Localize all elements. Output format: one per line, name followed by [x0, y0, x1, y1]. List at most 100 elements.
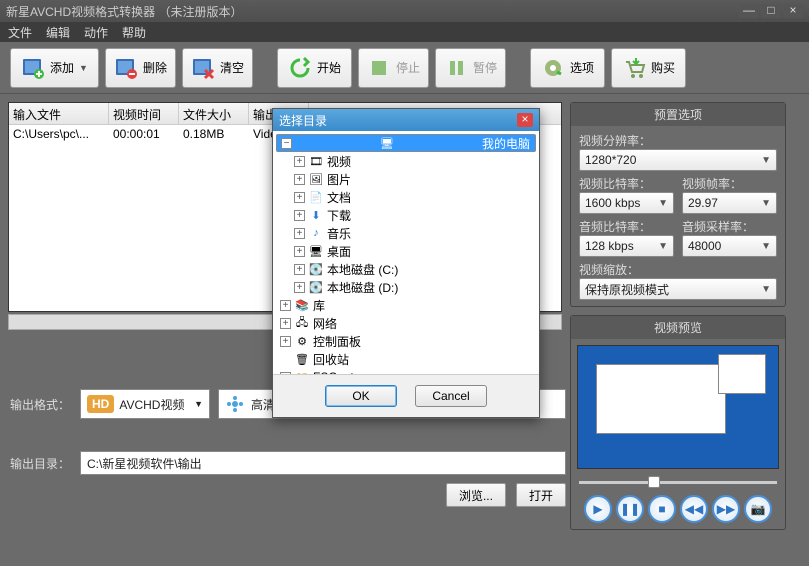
tree-my-computer[interactable]: −🖥我的电脑	[276, 134, 536, 152]
menubar: 文件 编辑 动作 帮助	[0, 22, 809, 42]
tree-library[interactable]: +📚库	[276, 296, 536, 314]
pause-play-button[interactable]: ❚❚	[616, 495, 644, 523]
menu-edit[interactable]: 编辑	[46, 24, 70, 41]
collapse-icon[interactable]: −	[281, 138, 292, 149]
tree-disk-d[interactable]: +💽本地磁盘 (D:)	[276, 278, 536, 296]
tree-downloads[interactable]: +⬇下载	[276, 206, 536, 224]
buy-button[interactable]: 购买	[611, 48, 686, 88]
play-button[interactable]: ▶	[584, 495, 612, 523]
expand-icon[interactable]: +	[294, 228, 305, 239]
expand-icon[interactable]: +	[280, 300, 291, 311]
tree-music[interactable]: +♪音乐	[276, 224, 536, 242]
tree-pictures[interactable]: +🖼图片	[276, 170, 536, 188]
menu-help[interactable]: 帮助	[122, 24, 146, 41]
prev-button[interactable]: ◀◀	[680, 495, 708, 523]
menu-file[interactable]: 文件	[8, 24, 32, 41]
slider-thumb[interactable]	[648, 476, 660, 488]
drive-icon: 💽	[309, 262, 323, 276]
open-button[interactable]: 打开	[516, 483, 566, 507]
folder-tree[interactable]: −🖥我的电脑 +🎞视频 +🖼图片 +📄文档 +⬇下载 +♪音乐 +🖥桌面 +💽本…	[273, 131, 539, 375]
chevron-down-icon: ▼	[761, 241, 771, 252]
next-button[interactable]: ▶▶	[712, 495, 740, 523]
minimize-button[interactable]: —	[739, 4, 759, 18]
stop-label: 停止	[396, 59, 420, 76]
stop-button[interactable]: 停止	[358, 48, 429, 88]
network-icon: 🖧	[295, 316, 309, 330]
pause-button[interactable]: 暂停	[435, 48, 506, 88]
expand-icon[interactable]: +	[280, 318, 291, 329]
tree-control-panel[interactable]: +⚙控制面板	[276, 332, 536, 350]
library-icon: 📚	[295, 298, 309, 312]
expand-icon[interactable]: +	[294, 210, 305, 221]
tree-video[interactable]: +🎞视频	[276, 152, 536, 170]
tree-fscapture[interactable]: +📁FSCapture	[276, 368, 536, 375]
music-icon: ♪	[309, 226, 323, 240]
dialog-close-button[interactable]: ×	[517, 113, 533, 127]
delete-button[interactable]: 删除	[105, 48, 176, 88]
expand-icon[interactable]: +	[294, 246, 305, 257]
start-label: 开始	[317, 59, 341, 76]
dialog-ok-button[interactable]: OK	[325, 385, 397, 407]
col-file[interactable]: 输入文件	[9, 103, 109, 124]
chevron-down-icon: ▼	[79, 63, 88, 73]
tree-documents[interactable]: +📄文档	[276, 188, 536, 206]
maximize-button[interactable]: □	[761, 4, 781, 18]
dialog-title: 选择目录	[279, 112, 327, 129]
asample-select[interactable]: 48000▼	[682, 235, 777, 257]
add-label: 添加	[50, 59, 74, 76]
recycle-icon: 🗑	[295, 352, 309, 366]
hd-badge: HD	[87, 395, 114, 413]
clear-button[interactable]: 清空	[182, 48, 253, 88]
stop-play-button[interactable]: ■	[648, 495, 676, 523]
expand-icon[interactable]: +	[294, 156, 305, 167]
menu-action[interactable]: 动作	[84, 24, 108, 41]
dialog-buttons: OK Cancel	[273, 375, 539, 417]
chevron-down-icon: ▼	[658, 241, 668, 252]
clear-label: 清空	[220, 59, 244, 76]
cart-icon	[622, 56, 646, 80]
scale-select[interactable]: 保持原视频模式▼	[579, 278, 777, 300]
folder-dialog: 选择目录 × −🖥我的电脑 +🎞视频 +🖼图片 +📄文档 +⬇下载 +♪音乐 +…	[272, 108, 540, 418]
start-button[interactable]: 开始	[277, 48, 352, 88]
film-icon: 🎞	[309, 154, 323, 168]
chevron-down-icon: ▼	[761, 198, 771, 209]
dialog-titlebar: 选择目录 ×	[273, 109, 539, 131]
seek-slider[interactable]	[571, 475, 785, 489]
tree-desktop[interactable]: +🖥桌面	[276, 242, 536, 260]
output-category[interactable]: HD AVCHD视频 ▼	[80, 389, 210, 419]
desktop-icon: 🖥	[309, 244, 323, 258]
expand-icon[interactable]: +	[294, 174, 305, 185]
expand-icon[interactable]: +	[280, 336, 291, 347]
add-button[interactable]: 添加 ▼	[10, 48, 99, 88]
snapshot-button[interactable]: 📷	[744, 495, 772, 523]
preview-title: 视频预览	[571, 316, 785, 339]
dialog-cancel-button[interactable]: Cancel	[415, 385, 487, 407]
browse-button[interactable]: 浏览...	[446, 483, 506, 507]
format-flower-icon	[225, 394, 245, 414]
col-size[interactable]: 文件大小	[179, 103, 249, 124]
close-button[interactable]: ×	[783, 4, 803, 18]
tree-disk-c[interactable]: +💽本地磁盘 (C:)	[276, 260, 536, 278]
toolbar: 添加 ▼ 删除 清空 开始 停止 暂停 选项 购买	[0, 42, 809, 94]
expand-icon[interactable]: +	[294, 264, 305, 275]
expand-icon[interactable]: +	[294, 192, 305, 203]
vbitrate-select[interactable]: 1600 kbps▼	[579, 192, 674, 214]
delete-label: 删除	[143, 59, 167, 76]
resolution-select[interactable]: 1280*720▼	[579, 149, 777, 171]
gear-icon	[541, 56, 565, 80]
fps-select[interactable]: 29.97▼	[682, 192, 777, 214]
window-titlebar: 新星AVCHD视频格式转换器 （未注册版本） — □ ×	[0, 0, 809, 22]
tree-recycle[interactable]: 🗑回收站	[276, 350, 536, 368]
options-button[interactable]: 选项	[530, 48, 605, 88]
preset-title: 预置选项	[571, 103, 785, 126]
tree-network[interactable]: +🖧网络	[276, 314, 536, 332]
chevron-down-icon: ▼	[761, 155, 771, 166]
abitrate-select[interactable]: 128 kbps▼	[579, 235, 674, 257]
expand-icon[interactable]: +	[294, 282, 305, 293]
preview-panel: 视频预览 ▶ ❚❚ ■ ◀◀ ▶▶ 📷	[570, 315, 786, 530]
output-dir-input[interactable]: C:\新星视频软件\输出	[80, 451, 566, 475]
drive-icon: 💽	[309, 280, 323, 294]
buy-label: 购买	[651, 59, 675, 76]
col-time[interactable]: 视频时间	[109, 103, 179, 124]
stop-icon	[367, 56, 391, 80]
